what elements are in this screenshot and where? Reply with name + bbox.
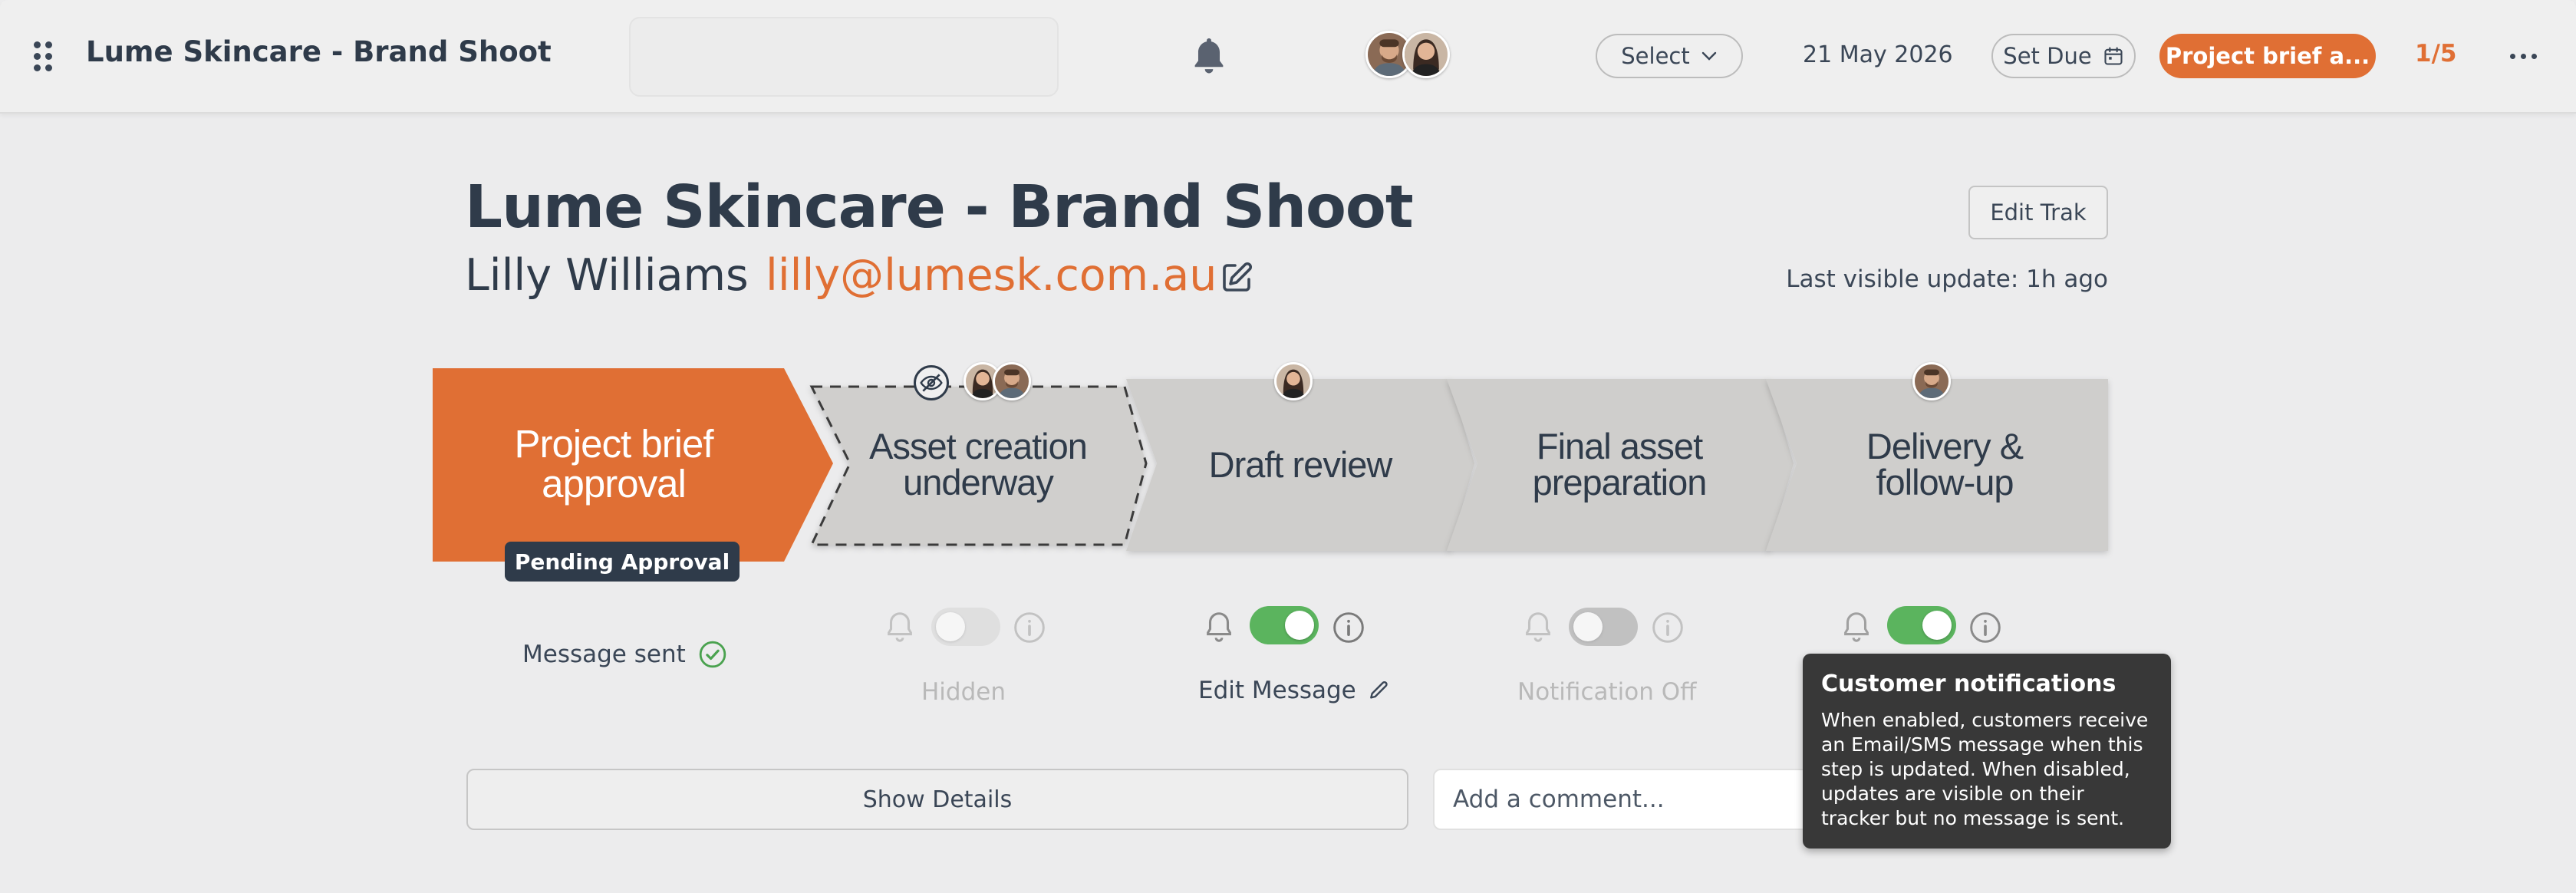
- chevron-down-icon: [1701, 51, 1716, 61]
- step-2-label: Asset creation underway: [869, 426, 1088, 503]
- step-3-avatar-woman[interactable]: [1274, 362, 1313, 400]
- step-5-label: Delivery & follow-up: [1866, 426, 2024, 503]
- step-4-status: Notification Off: [1517, 678, 1697, 706]
- last-update-text: Last visible update: 1h ago: [1786, 265, 2108, 293]
- tooltip-body: When enabled, customers receive an Email…: [1821, 709, 2149, 829]
- trak-title: Lume Skincare - Brand Shoot: [86, 35, 552, 68]
- top-bar: Lume Skincare - Brand Shoot Select 21 Ma…: [0, 0, 2576, 114]
- step-4-label: Final asset preparation: [1532, 426, 1708, 503]
- pencil-icon: [1369, 680, 1388, 699]
- step-2-avatar-man[interactable]: [993, 362, 1031, 400]
- message-sent-text: Message sent: [522, 641, 686, 668]
- pencil-square-icon[interactable]: [1218, 259, 1255, 296]
- step-1-status: Message sent: [522, 640, 727, 669]
- calendar-icon: [2104, 47, 2123, 65]
- edit-trak-button[interactable]: Edit Trak: [1968, 186, 2108, 239]
- more-horizontal-icon[interactable]: [2510, 44, 2538, 68]
- step-4-notification-toggle[interactable]: [1569, 608, 1638, 646]
- comment-input[interactable]: [1433, 769, 1832, 830]
- step-1-label: Project brief approval: [514, 422, 713, 506]
- customer-name: Lilly Williams: [465, 250, 749, 301]
- step-2-bell-icon: [888, 612, 912, 642]
- page-title: Lume Skincare - Brand Shoot: [465, 173, 1414, 242]
- step-3-info-icon[interactable]: [1332, 611, 1365, 644]
- step-3-label: Draft review: [1208, 443, 1393, 485]
- customer-email-link[interactable]: lilly@lumesk.com.au: [766, 250, 1217, 301]
- bell-icon[interactable]: [1187, 34, 1231, 78]
- step-2-notification-toggle[interactable]: [931, 608, 1000, 646]
- step-3-edit-message[interactable]: Edit Message: [1198, 677, 1392, 704]
- search-field[interactable]: [629, 17, 1059, 97]
- avatar-woman[interactable]: [1402, 31, 1450, 78]
- step-5-bell-icon: [1844, 612, 1869, 642]
- select-dropdown[interactable]: Select: [1596, 34, 1743, 78]
- set-due-button[interactable]: Set Due: [1991, 34, 2136, 78]
- check-circle-icon: [699, 641, 726, 668]
- step-2-status: Hidden: [921, 678, 1006, 706]
- status-badge: Pending Approval: [505, 542, 740, 582]
- due-date-text[interactable]: 21 May 2026: [1803, 41, 1953, 68]
- step-4-info-icon[interactable]: [1651, 611, 1685, 644]
- current-stage-pill[interactable]: Project brief a...: [2159, 34, 2376, 78]
- step-5-avatar-man[interactable]: [1912, 362, 1951, 400]
- step-2-info-icon[interactable]: [1013, 611, 1046, 644]
- step-4-bell-icon: [1526, 612, 1550, 642]
- show-details-button[interactable]: Show Details: [466, 769, 1408, 830]
- select-label: Select: [1621, 43, 1690, 69]
- step-5-info-icon[interactable]: [1968, 611, 2002, 644]
- tooltip-title: Customer notifications: [1821, 671, 2116, 697]
- customer-notifications-tooltip: Customer notifications When enabled, cus…: [1803, 654, 2171, 849]
- step-3-bell-icon: [1207, 612, 1231, 642]
- step-3-notification-toggle[interactable]: [1250, 606, 1319, 644]
- drag-handle-icon[interactable]: [34, 41, 54, 72]
- set-due-label: Set Due: [2003, 43, 2092, 69]
- step-5-notification-toggle[interactable]: [1887, 606, 1956, 644]
- stage-count: 1/5: [2415, 40, 2457, 68]
- eye-off-icon[interactable]: [914, 365, 949, 400]
- edit-message-text: Edit Message: [1198, 677, 1356, 704]
